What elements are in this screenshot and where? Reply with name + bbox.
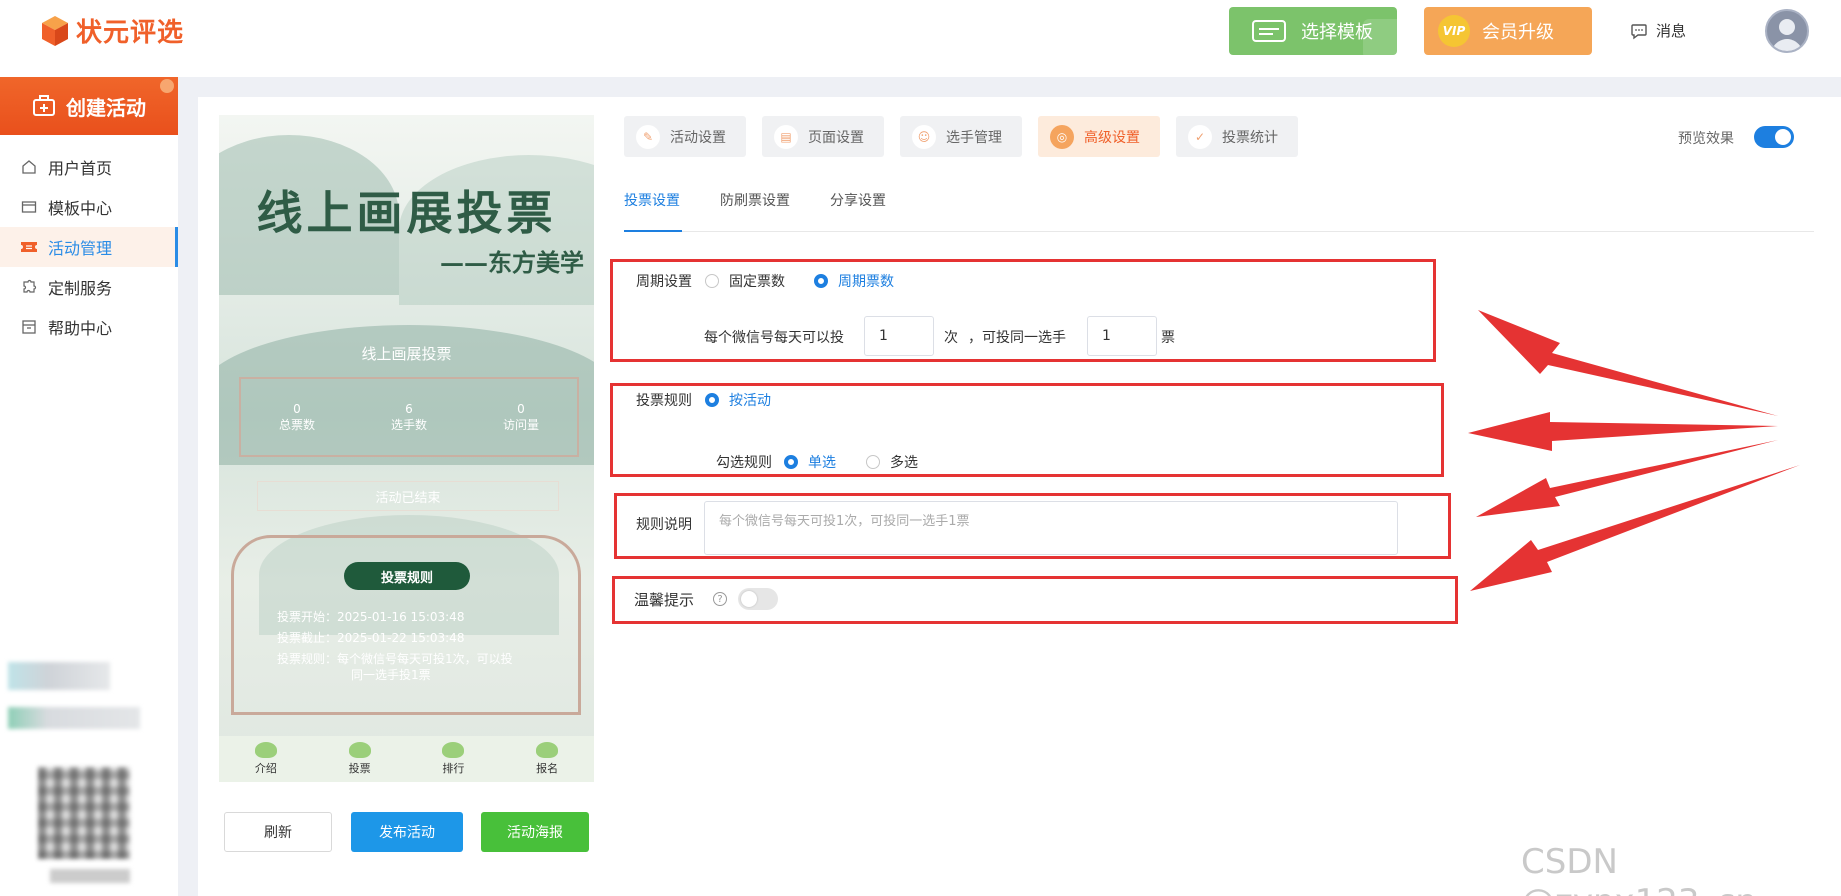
logo[interactable]: 状元评选 — [40, 12, 184, 49]
preview-rule-line-2: 同一选手投1票 — [351, 668, 431, 682]
page-settings-icon: ▤ — [774, 124, 798, 149]
preview-subtitle: ——东方美学 — [440, 248, 584, 277]
tab-candidate-management[interactable]: ☺ 选手管理 — [900, 116, 1022, 157]
sidebar-item-templates[interactable]: 模板中心 — [0, 187, 178, 227]
create-activity-label: 创建活动 — [66, 95, 146, 120]
candidates-icon: ☺ — [912, 124, 936, 149]
preview-activity-name: 线上画展投票 — [361, 345, 452, 363]
vip-badge-icon: VIP — [1438, 15, 1470, 47]
sidebar-item-label: 用户首页 — [48, 159, 113, 178]
sidebar-item-home[interactable]: 用户首页 — [0, 147, 178, 187]
create-deco — [160, 79, 174, 93]
preview-tab-signup: 报名 — [536, 742, 559, 776]
preview-effect-toggle[interactable] — [1754, 126, 1794, 148]
messages-label: 消息 — [1656, 22, 1687, 40]
subtab-anti-fraud[interactable]: 防刷票设置 — [720, 190, 794, 232]
select-template-button[interactable]: 选择模板 — [1229, 7, 1397, 55]
preview-tab-rank: 排行 — [442, 742, 465, 776]
preview-tab-intro: 介绍 — [254, 742, 277, 776]
preview-tab-bar: 介绍 投票 排行 报名 — [219, 736, 594, 782]
annotation-box-period — [610, 259, 1436, 362]
preview-start-time: 投票开始：2025-01-16 15:03:48 — [277, 610, 465, 624]
watermark: CSDN @zypx123_cn — [1521, 842, 1757, 896]
book-icon — [20, 318, 38, 336]
leaf-icon — [348, 742, 371, 758]
sidebar-item-activity-management[interactable]: 活动管理 — [0, 227, 178, 267]
tab-page-settings[interactable]: ▤ 页面设置 — [762, 116, 884, 157]
sidebar-item-label: 定制服务 — [48, 279, 113, 298]
preview-rule-line: 投票规则：每个微信号每天可投1次，可以投 — [277, 652, 513, 666]
sidebar-item-custom-service[interactable]: 定制服务 — [0, 267, 178, 307]
sidebar-nav: 用户首页 模板中心 活动管理 定制服务 帮助中心 — [0, 147, 178, 347]
home-icon — [20, 158, 38, 176]
ticket-icon — [20, 238, 38, 256]
blurred-caption — [50, 869, 130, 883]
sub-tab-bar: 投票设置 防刷票设置 分享设置 — [624, 190, 1814, 232]
subtab-vote-settings[interactable]: 投票设置 — [624, 190, 682, 232]
annotation-box-description — [614, 493, 1451, 559]
publish-activity-button[interactable]: 发布活动 — [351, 812, 463, 852]
preview-tab-vote: 投票 — [348, 742, 371, 776]
user-icon — [1771, 19, 1803, 51]
leaf-icon — [536, 742, 559, 758]
stat-visits: 0 访问量 — [502, 402, 539, 432]
template-icon — [1252, 20, 1286, 42]
phone-preview: 线上画展投票 ——东方美学 线上画展投票 0 总票数 6 选手数 0 访问量 活动已结… — [219, 115, 594, 782]
statistics-icon: ✓ — [1188, 124, 1212, 149]
leaf-icon — [442, 742, 465, 758]
leaf-icon — [254, 742, 277, 758]
template-deco — [1363, 19, 1397, 55]
puzzle-icon — [20, 278, 38, 296]
stat-candidates: 6 选手数 — [390, 402, 427, 432]
preview-title: 线上画展投票 — [256, 186, 557, 240]
logo-cube-icon — [42, 15, 68, 46]
blurred-info-2 — [8, 707, 140, 729]
vip-upgrade-label: 会员升级 — [1482, 22, 1554, 43]
advanced-settings-icon: ◎ — [1050, 124, 1074, 149]
logo-text: 状元评选 — [76, 18, 185, 48]
top-bar: 状元评选 选择模板 VIP 会员升级 消息 — [0, 0, 1841, 77]
sidebar: 创建活动 用户首页 模板中心 活动管理 定制服务 帮助中心 — [0, 77, 178, 896]
messages-link[interactable]: 消息 — [1630, 20, 1686, 41]
activity-settings-icon: ✎ — [636, 124, 660, 149]
vip-upgrade-button[interactable]: VIP 会员升级 — [1424, 7, 1592, 55]
tab-advanced-settings[interactable]: ◎ 高级设置 — [1038, 116, 1160, 157]
annotation-box-rule — [610, 383, 1444, 477]
folder-icon — [20, 198, 38, 216]
preview-rules-button: 投票规则 — [344, 562, 470, 590]
activity-poster-button[interactable]: 活动海报 — [481, 812, 589, 852]
subtab-share-settings[interactable]: 分享设置 — [830, 190, 890, 232]
chat-bubble-icon — [1631, 23, 1647, 39]
stat-total-votes: 0 总票数 — [278, 402, 315, 432]
refresh-button[interactable]: 刷新 — [224, 812, 332, 852]
preview-status: 活动已结束 — [257, 481, 559, 511]
sidebar-item-label: 活动管理 — [48, 239, 113, 258]
sidebar-item-label: 模板中心 — [48, 199, 113, 218]
blurred-qr-code — [38, 767, 130, 859]
user-avatar[interactable] — [1765, 9, 1809, 53]
annotation-box-tips — [612, 576, 1458, 624]
tab-activity-settings[interactable]: ✎ 活动设置 — [624, 116, 746, 157]
create-activity-button[interactable]: 创建活动 — [0, 77, 178, 135]
preview-stats: 0 总票数 6 选手数 0 访问量 — [239, 377, 579, 457]
create-activity-icon — [33, 95, 55, 116]
tab-vote-statistics[interactable]: ✓ 投票统计 — [1176, 116, 1298, 157]
preview-end-time: 投票截止：2025-01-22 15:03:48 — [277, 631, 465, 645]
preview-effect-label: 预览效果 — [1678, 131, 1734, 147]
sidebar-item-help[interactable]: 帮助中心 — [0, 307, 178, 347]
blurred-info-1 — [8, 662, 110, 690]
sidebar-item-label: 帮助中心 — [48, 319, 113, 338]
